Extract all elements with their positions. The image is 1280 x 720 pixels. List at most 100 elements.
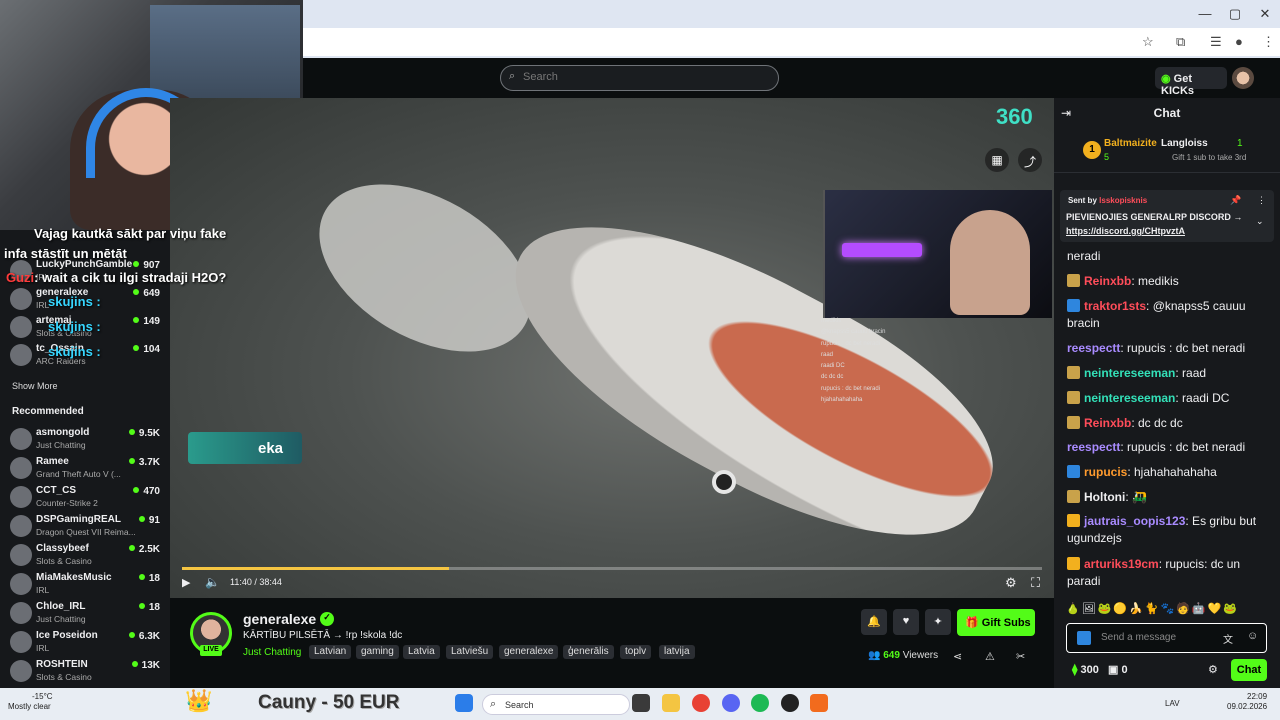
- profile-icon[interactable]: ●: [1235, 34, 1243, 49]
- chat-input[interactable]: Send a message 文 ☺: [1066, 623, 1267, 653]
- extension-icon[interactable]: ⧉: [1176, 34, 1185, 50]
- channel-name: Ramee: [36, 456, 69, 467]
- mini-chat-line: rupucis : dc bet neradi: [821, 340, 881, 347]
- chat-user[interactable]: traktor1sts: [1084, 299, 1146, 313]
- chat-user[interactable]: neintereseeman: [1084, 391, 1175, 405]
- gift-subs-button[interactable]: 🎁 Gift Subs: [957, 609, 1035, 636]
- stream-tag[interactable]: Latvia: [403, 645, 440, 659]
- sidebar-recommended-item[interactable]: DSPGamingREAL Dragon Quest VII Reima... 91: [8, 513, 164, 541]
- app-icon[interactable]: [810, 694, 828, 712]
- close-window-button[interactable]: ✕: [1250, 6, 1280, 22]
- get-kicks-button[interactable]: ◉ Get KICKs: [1155, 67, 1227, 97]
- mini-chat-line: rupucis : dc bet neradi: [821, 385, 881, 392]
- sparkle-icon[interactable]: ✦: [925, 609, 951, 635]
- translate-icon[interactable]: 文: [1223, 631, 1233, 646]
- chrome-icon[interactable]: [692, 694, 710, 712]
- obs-icon[interactable]: [781, 694, 799, 712]
- channel-category: Grand Theft Auto V (...: [36, 469, 121, 479]
- minimize-button[interactable]: —: [1190, 6, 1220, 21]
- chat-user[interactable]: jautrais_oopis123: [1084, 514, 1185, 528]
- chat-text: : raad: [1175, 366, 1207, 380]
- leader-user[interactable]: Langloiss: [1161, 138, 1208, 149]
- grid-view-icon[interactable]: ▦: [985, 148, 1009, 172]
- pinned-sender: lsskopisknis: [1099, 196, 1148, 205]
- stream-title: KĀRTĪBU PILSĒTĀ → !rp !skola !dc: [243, 630, 403, 641]
- sub-badge-icon: [1067, 299, 1080, 312]
- taskbar-search[interactable]: ⌕ Search: [482, 694, 630, 715]
- overlay-tag: skujins :: [48, 344, 101, 359]
- sidebar-recommended-item[interactable]: asmongold Just Chatting 9.5K: [8, 426, 164, 454]
- clip-icon[interactable]: ✂: [1016, 650, 1025, 663]
- play-icon[interactable]: ▶: [182, 576, 190, 589]
- sidebar-recommended-item[interactable]: ROSHTEIN Slots & Casino 13K: [8, 658, 164, 686]
- chat-settings-icon[interactable]: ⚙: [1208, 663, 1218, 676]
- volume-icon[interactable]: 🔈: [205, 575, 220, 589]
- sent-by-label: Sent by: [1068, 196, 1097, 205]
- more-icon[interactable]: ⋮: [1257, 195, 1266, 206]
- sidebar-recommended-item[interactable]: Ice Poseidon IRL 6.3K: [8, 629, 164, 657]
- channel-name[interactable]: generalexe: [243, 611, 316, 627]
- search-input[interactable]: ⌕ Search: [500, 65, 779, 91]
- time-current: 11:40: [230, 577, 252, 587]
- address-bar[interactable]: [303, 28, 1280, 56]
- pinned-link[interactable]: https://discord.gg/CHtpvztA: [1066, 226, 1185, 236]
- settings-gear-icon[interactable]: ⚙: [1005, 575, 1017, 591]
- stream-tag[interactable]: gaming: [356, 645, 399, 659]
- chat-user[interactable]: Reinxbb: [1084, 416, 1131, 430]
- notification-bell-icon[interactable]: 🔔: [861, 609, 887, 635]
- weather-widget[interactable]: -15°C Mostly clear: [8, 692, 53, 712]
- search-icon: ⌕: [490, 698, 497, 710]
- report-icon[interactable]: ⚠: [985, 650, 995, 663]
- emote-bar[interactable]: 🍐🖼🐸🟡🍌🐈🐾🧑🤖💛🐸: [1066, 602, 1274, 618]
- spotify-icon[interactable]: [751, 694, 769, 712]
- channel-avatar: [10, 486, 32, 508]
- leader-user[interactable]: Baltmaizite: [1104, 138, 1157, 149]
- task-view-icon[interactable]: [632, 694, 650, 712]
- channel-points[interactable]: ⧫ 300 ▣ 0: [1072, 663, 1128, 676]
- stream-tag[interactable]: latvija: [659, 645, 695, 659]
- sidebar-recommended-item[interactable]: Classybeef Slots & Casino 2.5K: [8, 542, 164, 570]
- language-indicator[interactable]: LAV: [1165, 699, 1180, 708]
- discord-icon[interactable]: [722, 694, 740, 712]
- sidebar-recommended-item[interactable]: Chloe_IRL Just Chatting 18: [8, 600, 164, 628]
- sidebar-recommended-item[interactable]: MiaMakesMusic IRL 18: [8, 571, 164, 599]
- follow-heart-icon[interactable]: ♥: [893, 609, 919, 635]
- chat-message: neradi: [1067, 248, 1273, 265]
- chat-user[interactable]: Holtoni: [1084, 490, 1125, 504]
- chat-user[interactable]: arturiks19cm: [1084, 557, 1159, 571]
- menu-list-icon[interactable]: ☰: [1210, 34, 1222, 50]
- emoji-icon[interactable]: ☺: [1247, 630, 1258, 642]
- taskbar-clock[interactable]: 22:09 09.02.2026: [1227, 692, 1267, 712]
- stream-tag[interactable]: Latvian: [309, 645, 352, 659]
- maximize-button[interactable]: ▢: [1220, 6, 1250, 22]
- stream-tag[interactable]: toplv: [620, 645, 652, 659]
- stream-category[interactable]: Just Chatting: [243, 647, 301, 658]
- chat-user[interactable]: reespectt: [1067, 440, 1120, 454]
- pin-icon[interactable]: 📌: [1230, 195, 1241, 206]
- chat-user[interactable]: neintereseeman: [1084, 366, 1175, 380]
- stream-tag[interactable]: ģenerālis: [563, 645, 614, 659]
- chat-send-button[interactable]: Chat: [1231, 659, 1267, 681]
- chat-message: Reinxbb: medikis: [1067, 273, 1273, 290]
- fullscreen-icon[interactable]: ⛶: [1031, 575, 1040, 591]
- file-explorer-icon[interactable]: [662, 694, 680, 712]
- sidebar-recommended-item[interactable]: Ramee Grand Theft Auto V (... 3.7K: [8, 455, 164, 483]
- chat-user[interactable]: rupucis: [1084, 465, 1127, 479]
- share-icon[interactable]: ⋖: [953, 650, 962, 663]
- mini-chat-line: @knapss5 cauuu bracin: [821, 329, 886, 336]
- emote-icon: 🛺: [1132, 490, 1147, 504]
- sidebar-recommended-item[interactable]: CCT_CS Counter-Strike 2 470: [8, 484, 164, 512]
- rank-badge: 1: [1083, 141, 1101, 159]
- share-icon[interactable]: ⤴: [1018, 148, 1042, 172]
- star-icon[interactable]: ☆: [1142, 34, 1154, 50]
- chat-user[interactable]: Reinxbb: [1084, 274, 1131, 288]
- chat-user[interactable]: reespectt: [1067, 341, 1120, 355]
- stream-tag[interactable]: Latviešu: [446, 645, 494, 659]
- chevron-down-icon[interactable]: ⌄: [1256, 216, 1264, 227]
- show-more-link[interactable]: Show More: [12, 381, 58, 391]
- windows-start-icon[interactable]: [455, 694, 473, 712]
- user-avatar[interactable]: [1232, 67, 1254, 89]
- more-icon[interactable]: ⋮: [1262, 34, 1275, 50]
- channel-category: IRL: [36, 585, 50, 595]
- stream-tag[interactable]: generalexe: [499, 645, 559, 659]
